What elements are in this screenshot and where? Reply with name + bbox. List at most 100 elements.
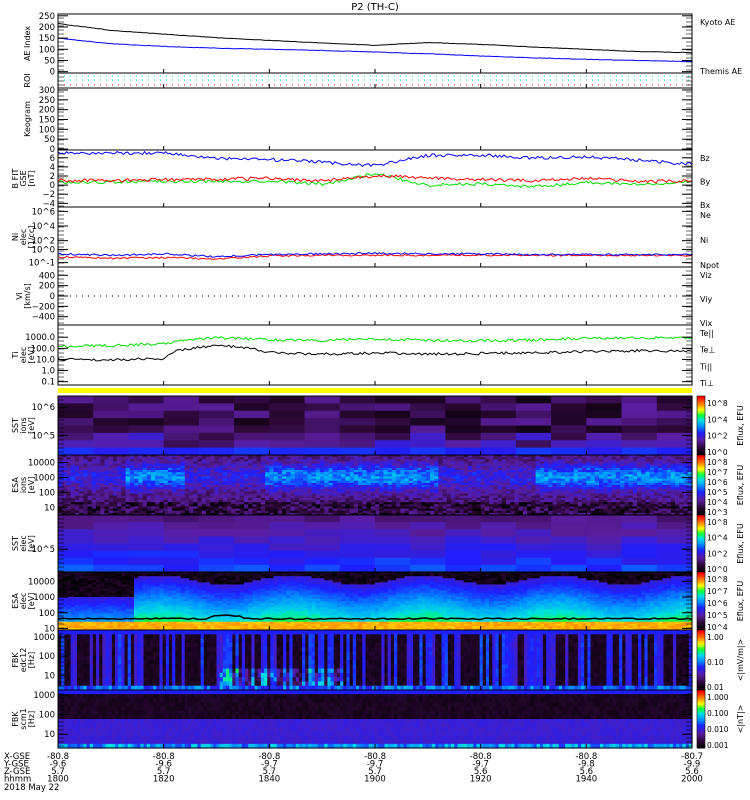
spectrogram-cell <box>93 529 130 537</box>
spectrogram-cell <box>304 543 341 552</box>
spectrogram-cell <box>304 564 341 573</box>
spectrogram-cell <box>656 550 693 559</box>
spectrogram-cell <box>621 432 658 441</box>
spectrogram-cell <box>410 447 447 456</box>
spectrogram-cell <box>551 543 587 552</box>
spectrogram-cell <box>269 403 306 412</box>
spectrogram-cell <box>445 403 482 412</box>
spectrogram-cell <box>93 564 130 573</box>
spectrogram-cell <box>304 447 341 456</box>
spectrogram-cell <box>480 550 517 559</box>
spectrogram-cell <box>445 536 482 545</box>
ssti-spectrogram <box>58 396 693 456</box>
spectrogram-cell <box>445 418 482 427</box>
spectrogram-cell <box>198 432 235 441</box>
spectrogram-cell <box>445 557 482 566</box>
spectrogram-cell <box>93 418 130 427</box>
spectrogram-cell <box>551 410 587 419</box>
spectrogram-cell <box>410 418 447 427</box>
spectrogram-cell <box>93 543 130 552</box>
spectrogram-cell <box>515 440 552 449</box>
spectrogram-cell <box>234 425 270 434</box>
spectrogram-cell <box>586 543 623 552</box>
spectrogram-cell <box>410 543 447 552</box>
spectrogram-cell <box>480 447 517 456</box>
spectrogram-cell <box>410 550 447 559</box>
spectrogram-cell <box>234 543 270 552</box>
spectrogram-cell <box>269 440 306 449</box>
spectrogram-cell <box>339 396 376 404</box>
spectrogram-cell <box>586 522 623 530</box>
spectrogram-cell <box>163 557 200 566</box>
spectrogram-cell <box>198 557 235 566</box>
spectrogram-cell <box>269 529 306 537</box>
spectrogram-cell <box>198 425 235 434</box>
spectrogram-cell <box>198 564 235 573</box>
spectrogram-cell <box>163 522 200 530</box>
spectrogram-cell <box>445 550 482 559</box>
spectrogram-cell <box>515 564 552 573</box>
spectrogram-cell <box>339 543 376 552</box>
plot-title: P2 (TH-C) <box>351 2 399 13</box>
spectrogram-cell <box>339 418 376 427</box>
spectrogram-cell <box>304 515 341 523</box>
spectrogram-cell <box>375 403 411 412</box>
spectrogram-cell <box>551 447 587 456</box>
spectrogram-cell <box>339 522 376 530</box>
spectrogram-cell <box>410 529 447 537</box>
spectrogram-cell <box>621 529 658 537</box>
spectrogram-cell <box>375 536 411 545</box>
spectrogram-cell <box>410 396 447 404</box>
spectrogram-cell <box>234 410 270 419</box>
spectrogram-cell <box>198 529 235 537</box>
spectrogram-cell <box>375 425 411 434</box>
spectrogram-cell <box>93 550 130 559</box>
spectrogram-cell <box>410 536 447 545</box>
spectrogram-cell <box>269 543 306 552</box>
spectrogram-cell <box>163 396 200 404</box>
spectrogram-cell <box>93 425 130 434</box>
spectrogram-cell <box>621 515 658 523</box>
spectrogram-cell <box>304 425 341 434</box>
spectrogram-cell <box>375 447 411 456</box>
spectrogram-cell <box>375 515 411 523</box>
spectrogram-cell <box>339 447 376 456</box>
spectrogram-cell <box>269 550 306 559</box>
spectrogram-cell <box>515 522 552 530</box>
spectrogram-cell <box>234 403 270 412</box>
spectrogram-cell <box>480 515 517 523</box>
spectrogram-cell <box>445 410 482 419</box>
spectrogram-cell <box>445 425 482 434</box>
spectrogram-cell <box>234 418 270 427</box>
spectrogram-cell <box>128 425 165 434</box>
spectrogram-cell <box>198 522 235 530</box>
spectrogram-cell <box>375 410 411 419</box>
spectrogram-cell <box>375 557 411 566</box>
spectrogram-cell <box>445 543 482 552</box>
spectrogram-cell <box>128 418 165 427</box>
spectrogram-cell <box>551 550 587 559</box>
spectrogram-cell <box>656 543 693 552</box>
spectrogram-cell <box>621 536 658 545</box>
spectrogram-cell <box>304 403 341 412</box>
spectrogram-cell <box>234 447 270 456</box>
spectrogram-cell <box>339 410 376 419</box>
spectrogram-cell <box>515 410 552 419</box>
spectrogram-cell <box>304 418 341 427</box>
spectrogram-cell <box>586 425 623 434</box>
spectrogram-cell <box>515 543 552 552</box>
spectrogram-cell <box>339 550 376 559</box>
spectrogram-cell <box>621 543 658 552</box>
spectrogram-cell <box>269 432 306 441</box>
spectrogram-cell <box>375 522 411 530</box>
spectrogram-cell <box>551 536 587 545</box>
spectrogram-cell <box>198 403 235 412</box>
spectrogram-cell <box>410 522 447 530</box>
spectrogram-cell <box>375 564 411 573</box>
spectrogram-cell <box>163 418 200 427</box>
spectrogram-cell <box>621 550 658 559</box>
spectrogram-cell <box>515 529 552 537</box>
spectrogram-cell <box>480 410 517 419</box>
spectrogram-cell <box>304 536 341 545</box>
spectrogram-cell <box>163 432 200 441</box>
